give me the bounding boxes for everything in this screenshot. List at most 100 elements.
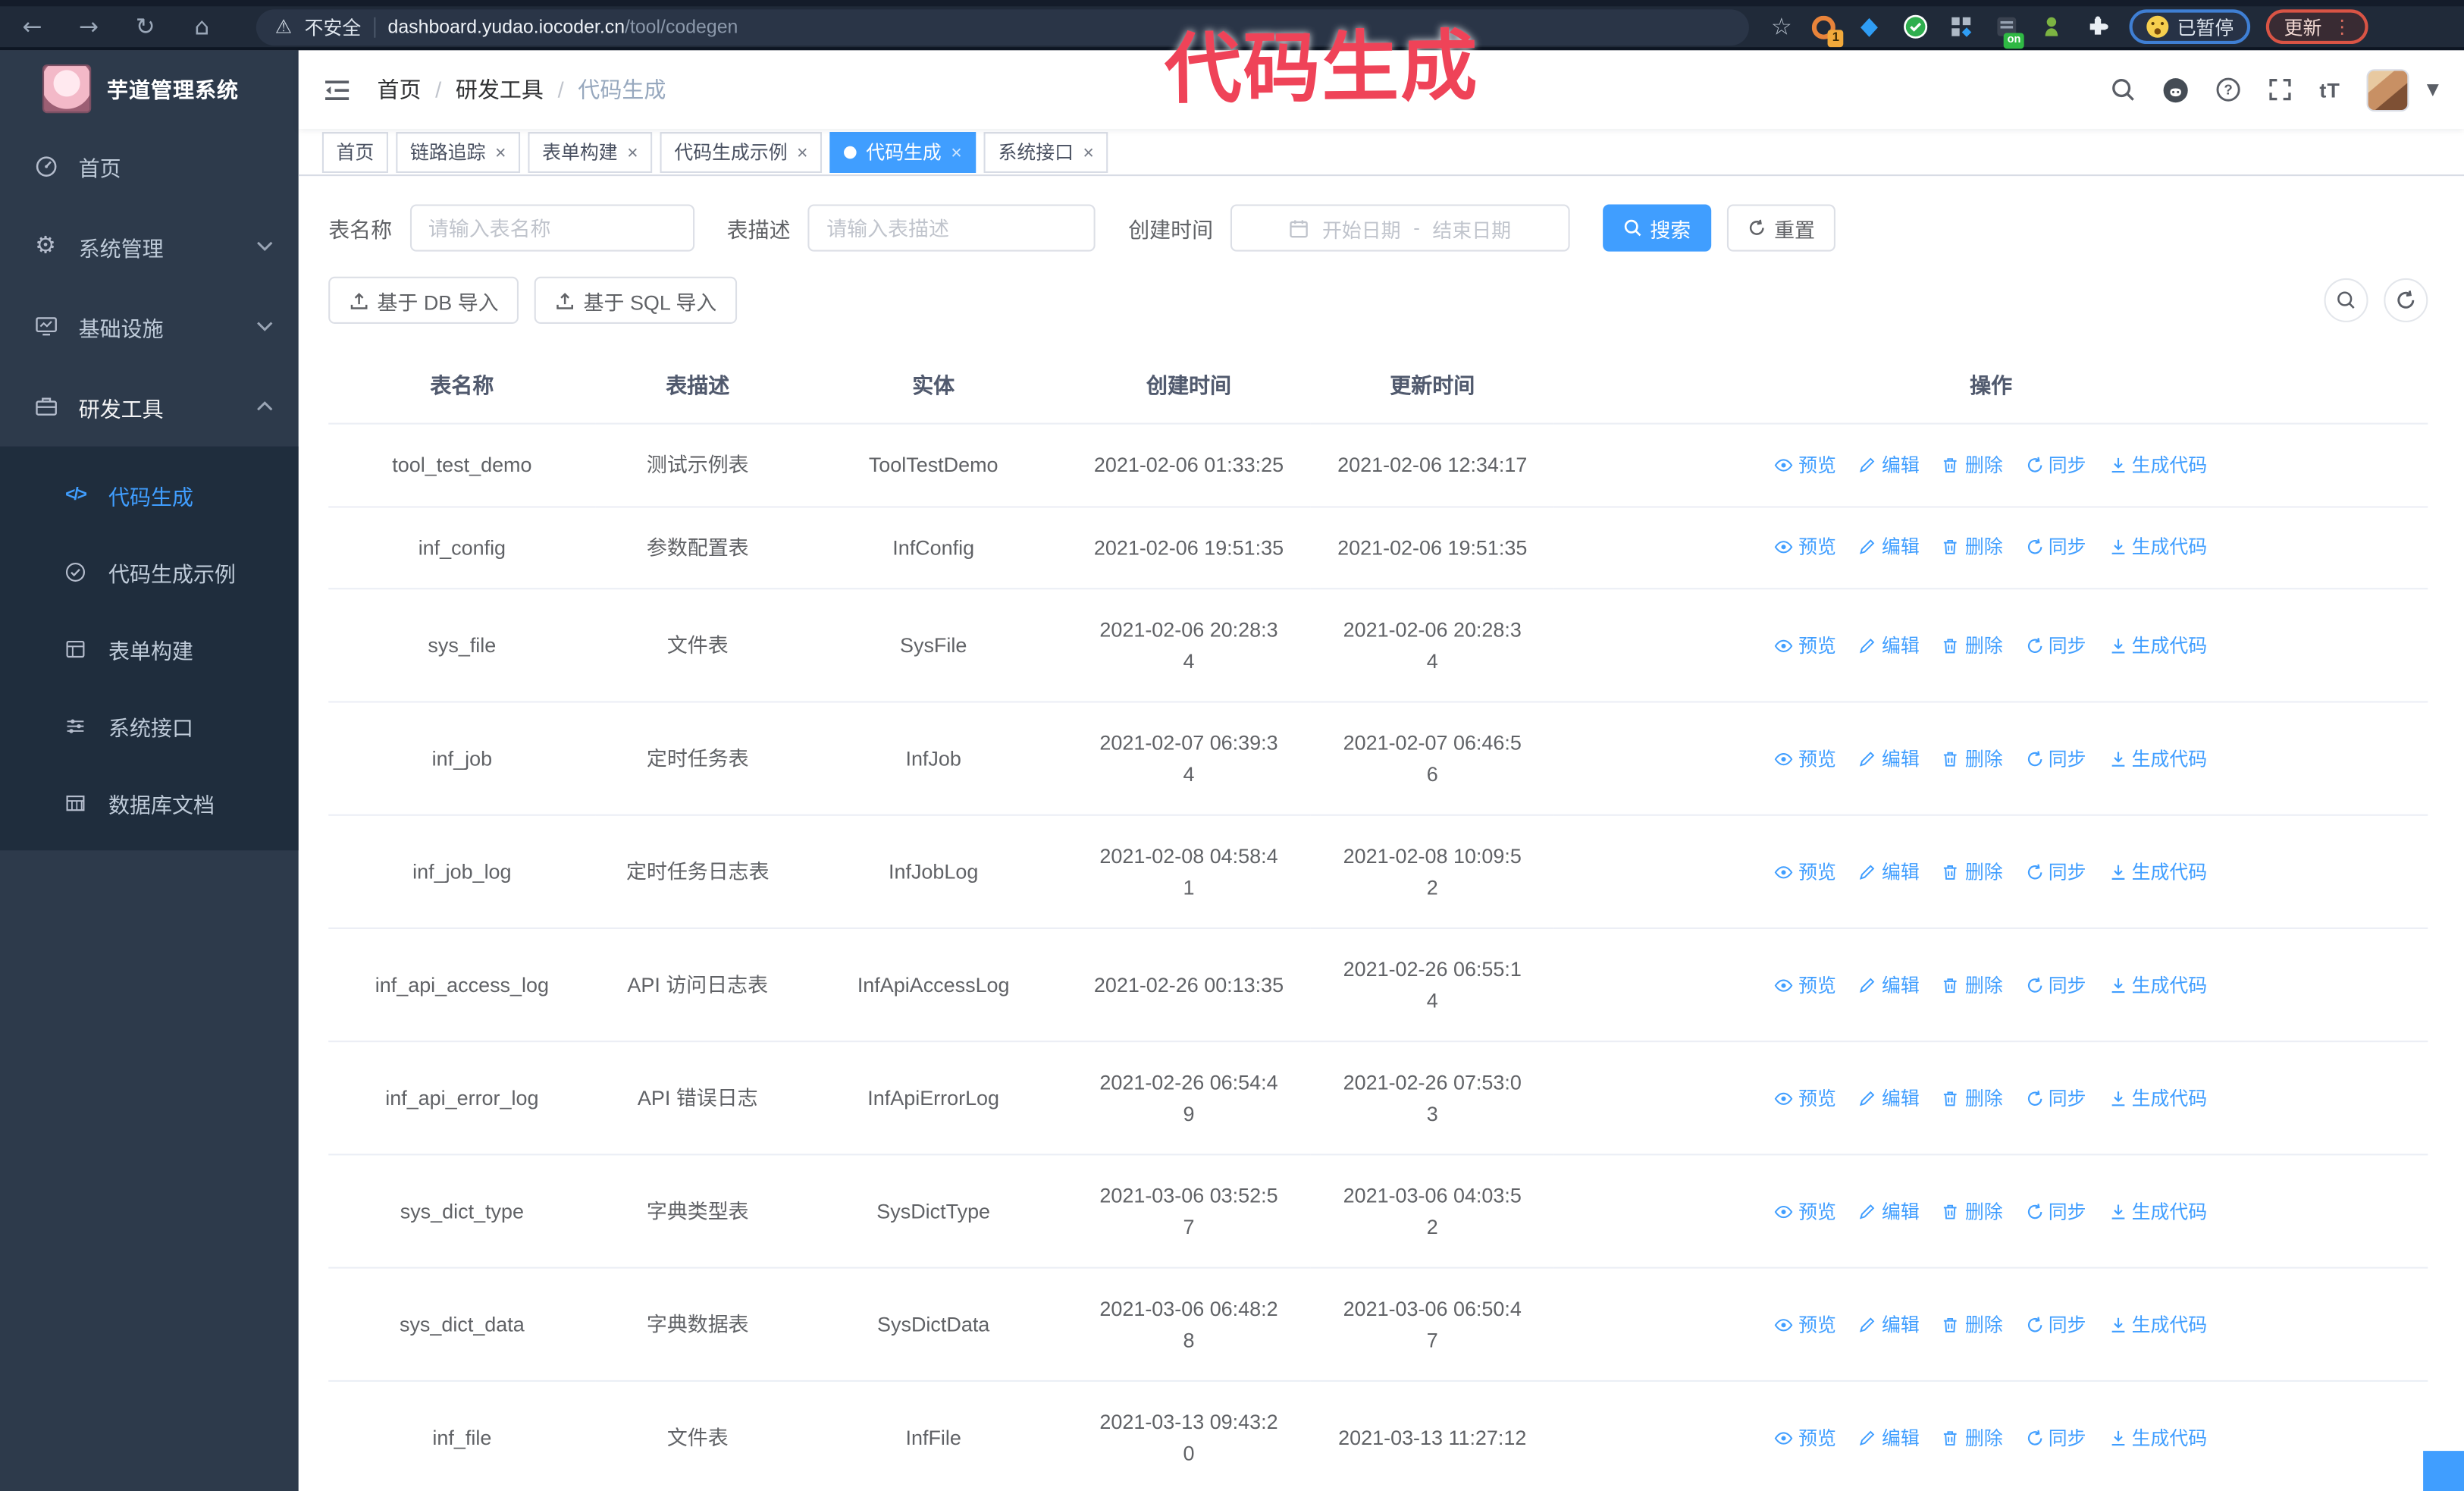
- help-icon[interactable]: ?: [2216, 77, 2241, 102]
- hamburger-icon[interactable]: [324, 78, 350, 102]
- update-button[interactable]: 更新 ⋮: [2266, 9, 2369, 45]
- profile-paused-chip[interactable]: 已暂停: [2130, 9, 2252, 45]
- delete-link[interactable]: 删除: [1942, 631, 2003, 659]
- preview-link[interactable]: 预览: [1775, 1084, 1836, 1112]
- sidebar-item-2[interactable]: 基础设施: [0, 286, 299, 366]
- delete-link[interactable]: 删除: [1942, 1197, 2003, 1225]
- edit-link[interactable]: 编辑: [1858, 1311, 1920, 1339]
- extension-puzzle-icon[interactable]: [2084, 14, 2111, 40]
- table-desc-input[interactable]: [807, 204, 1096, 252]
- address-bar[interactable]: ⚠ 不安全 dashboard.yudao.iocoder.cn/tool/co…: [255, 8, 1749, 46]
- tab-1[interactable]: 链路追踪 ×: [396, 131, 521, 172]
- edit-link[interactable]: 编辑: [1858, 858, 1920, 886]
- tab-2[interactable]: 表单构建 ×: [528, 131, 653, 172]
- close-icon[interactable]: ×: [1083, 143, 1094, 162]
- sidebar-item-3[interactable]: 研发工具: [0, 366, 299, 447]
- preview-link[interactable]: 预览: [1775, 533, 1836, 561]
- edit-link[interactable]: 编辑: [1858, 744, 1920, 772]
- import-sql-button[interactable]: 基于 SQL 导入: [534, 276, 738, 324]
- sidebar-subitem-4[interactable]: 数据库文档: [0, 764, 299, 841]
- floating-widget[interactable]: [2423, 1451, 2464, 1491]
- sync-link[interactable]: 同步: [2025, 858, 2086, 886]
- github-icon[interactable]: [2162, 77, 2189, 103]
- extension-gem-icon[interactable]: [1857, 14, 1883, 40]
- preview-link[interactable]: 预览: [1775, 450, 1836, 479]
- chevron-down-icon[interactable]: ▼: [2427, 81, 2439, 99]
- close-icon[interactable]: ×: [495, 143, 506, 162]
- edit-link[interactable]: 编辑: [1858, 971, 1920, 999]
- refresh-table-button[interactable]: [2384, 278, 2428, 322]
- edit-link[interactable]: 编辑: [1858, 1424, 1920, 1452]
- edit-link[interactable]: 编辑: [1858, 450, 1920, 479]
- delete-link[interactable]: 删除: [1942, 450, 2003, 479]
- forward-icon[interactable]: →: [75, 13, 102, 41]
- extension-grid-icon[interactable]: [1948, 14, 1974, 40]
- delete-link[interactable]: 删除: [1942, 858, 2003, 886]
- delete-link[interactable]: 删除: [1942, 744, 2003, 772]
- preview-link[interactable]: 预览: [1775, 858, 1836, 886]
- sync-link[interactable]: 同步: [2025, 1424, 2086, 1452]
- toggle-search-button[interactable]: [2324, 278, 2368, 322]
- breadcrumb-home[interactable]: 首页: [377, 74, 421, 105]
- generate-code-link[interactable]: 生成代码: [2108, 1084, 2207, 1112]
- preview-link[interactable]: 预览: [1775, 631, 1836, 659]
- close-icon[interactable]: ×: [951, 143, 962, 162]
- delete-link[interactable]: 删除: [1942, 533, 2003, 561]
- user-avatar[interactable]: [2367, 68, 2410, 111]
- generate-code-link[interactable]: 生成代码: [2108, 744, 2207, 772]
- preview-link[interactable]: 预览: [1775, 744, 1836, 772]
- bookmark-star-icon[interactable]: ☆: [1771, 13, 1792, 41]
- reset-button[interactable]: 重置: [1726, 204, 1835, 252]
- generate-code-link[interactable]: 生成代码: [2108, 1424, 2207, 1452]
- edit-link[interactable]: 编辑: [1858, 1084, 1920, 1112]
- table-name-input[interactable]: [409, 204, 694, 252]
- sync-link[interactable]: 同步: [2025, 533, 2086, 561]
- generate-code-link[interactable]: 生成代码: [2108, 1197, 2207, 1225]
- breadcrumb-dev-tools[interactable]: 研发工具: [456, 74, 544, 105]
- reload-icon[interactable]: ↻: [132, 13, 158, 41]
- generate-code-link[interactable]: 生成代码: [2108, 533, 2207, 561]
- generate-code-link[interactable]: 生成代码: [2108, 971, 2207, 999]
- app-logo-row[interactable]: 芋道管理系统: [0, 50, 299, 125]
- sidebar-subitem-0[interactable]: </> 代码生成: [0, 456, 299, 533]
- search-icon[interactable]: [2111, 77, 2136, 102]
- import-db-button[interactable]: 基于 DB 导入: [328, 276, 519, 324]
- tab-3[interactable]: 代码生成示例 ×: [660, 131, 823, 172]
- preview-link[interactable]: 预览: [1775, 1424, 1836, 1452]
- tab-4[interactable]: 代码生成 ×: [829, 131, 977, 172]
- tab-0[interactable]: 首页: [321, 131, 388, 172]
- generate-code-link[interactable]: 生成代码: [2108, 450, 2207, 479]
- sync-link[interactable]: 同步: [2025, 450, 2086, 479]
- edit-link[interactable]: 编辑: [1858, 631, 1920, 659]
- sidebar-subitem-1[interactable]: 代码生成示例: [0, 533, 299, 611]
- generate-code-link[interactable]: 生成代码: [2108, 1311, 2207, 1339]
- delete-link[interactable]: 删除: [1942, 1311, 2003, 1339]
- sidebar-subitem-3[interactable]: 系统接口: [0, 687, 299, 764]
- font-size-icon[interactable]: tT: [2319, 78, 2340, 102]
- search-button[interactable]: 搜索: [1603, 204, 1712, 252]
- close-icon[interactable]: ×: [797, 143, 808, 162]
- extension-green-icon[interactable]: [2039, 14, 2065, 40]
- home-icon[interactable]: ⌂: [189, 13, 215, 41]
- preview-link[interactable]: 预览: [1775, 1311, 1836, 1339]
- edit-link[interactable]: 编辑: [1858, 533, 1920, 561]
- sync-link[interactable]: 同步: [2025, 744, 2086, 772]
- sidebar-subitem-2[interactable]: 表单构建: [0, 610, 299, 687]
- sync-link[interactable]: 同步: [2025, 1311, 2086, 1339]
- close-icon[interactable]: ×: [627, 143, 638, 162]
- sidebar-item-1[interactable]: ⚙ 系统管理: [0, 206, 299, 287]
- sync-link[interactable]: 同步: [2025, 971, 2086, 999]
- tab-5[interactable]: 系统接口 ×: [983, 131, 1108, 172]
- delete-link[interactable]: 删除: [1942, 1424, 2003, 1452]
- generate-code-link[interactable]: 生成代码: [2108, 858, 2207, 886]
- edit-link[interactable]: 编辑: [1858, 1197, 1920, 1225]
- sidebar-item-0[interactable]: 首页: [0, 126, 299, 206]
- extension-check-icon[interactable]: [1902, 14, 1929, 40]
- extension-dark-icon[interactable]: on: [1993, 14, 2025, 49]
- delete-link[interactable]: 删除: [1942, 971, 2003, 999]
- generate-code-link[interactable]: 生成代码: [2108, 631, 2207, 659]
- preview-link[interactable]: 预览: [1775, 1197, 1836, 1225]
- date-range-picker[interactable]: 开始日期 - 结束日期: [1230, 204, 1570, 252]
- sync-link[interactable]: 同步: [2025, 1084, 2086, 1112]
- more-vertical-icon[interactable]: ⋮: [2333, 16, 2352, 38]
